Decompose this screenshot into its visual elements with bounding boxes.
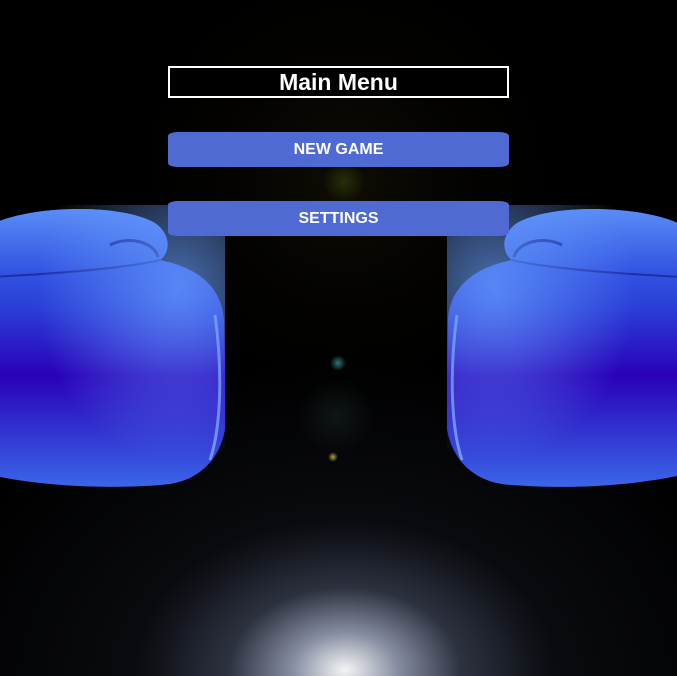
lens-flare <box>298 378 374 454</box>
lens-flare <box>330 355 346 371</box>
new-game-button[interactable]: NEW GAME <box>168 132 509 167</box>
settings-button[interactable]: SETTINGS <box>168 201 509 236</box>
boxing-glove-right <box>447 205 677 490</box>
boxing-glove-left <box>0 205 225 490</box>
game-stage: Main Menu NEW GAME SETTINGS <box>0 0 677 676</box>
main-menu-title: Main Menu <box>168 66 509 98</box>
lens-flare <box>328 452 338 462</box>
